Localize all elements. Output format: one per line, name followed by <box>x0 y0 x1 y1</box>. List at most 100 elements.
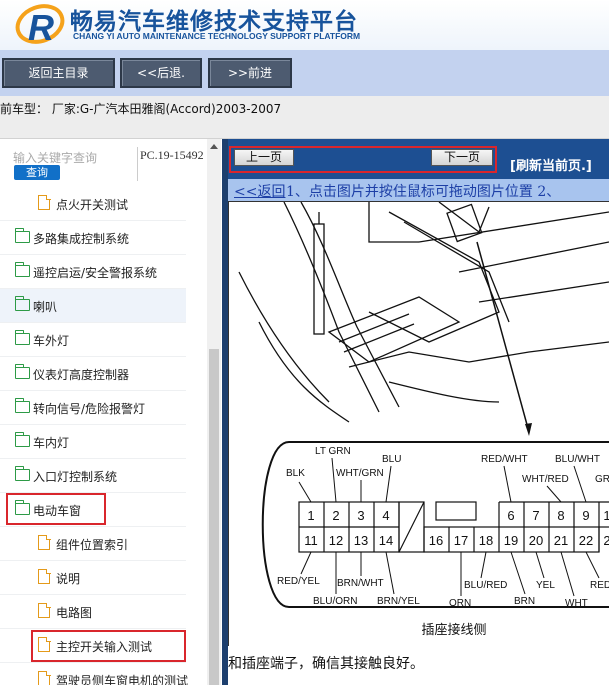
tree-item-label: 入口灯控制系统 <box>33 470 118 484</box>
svg-text:21: 21 <box>554 533 568 548</box>
tree-item-label: 遥控启运/安全警报系统 <box>33 266 158 280</box>
svg-text:3: 3 <box>357 508 364 523</box>
scroll-up-icon[interactable] <box>210 144 218 149</box>
document-icon <box>38 602 51 618</box>
document-icon <box>38 534 51 550</box>
tree-item-entry-light-control[interactable]: 入口灯控制系统 <box>0 459 186 493</box>
svg-text:7: 7 <box>532 508 539 523</box>
svg-text:GR: GR <box>595 474 609 485</box>
tree-item-label: 说明 <box>56 572 81 586</box>
tree-item-horn[interactable]: 喇叭 <box>0 289 186 323</box>
svg-text:9: 9 <box>582 508 589 523</box>
folder-icon <box>14 432 30 447</box>
svg-text:ORN: ORN <box>449 598 471 609</box>
logo-icon: R <box>15 4 65 46</box>
car-model-bar: 当前车型： 厂家:G-广汽本田雅阁(Accord)2003-2007 <box>0 96 609 139</box>
tip-text: 1、点击图片并按住鼠标可拖动图片位置 2、 <box>286 184 561 200</box>
tree-item-label: 转向信号/危险报警灯 <box>33 402 146 416</box>
tip-bar: <<返回 1、点击图片并按住鼠标可拖动图片位置 2、 <box>228 179 609 201</box>
svg-text:17: 17 <box>454 533 468 548</box>
svg-text:8: 8 <box>557 508 564 523</box>
tree-item-label: 多路集成控制系统 <box>33 232 130 246</box>
svg-text:RED: RED <box>590 580 609 591</box>
back-button[interactable]: <<后退. <box>120 58 202 88</box>
svg-text:1: 1 <box>307 508 314 523</box>
document-icon <box>38 670 51 685</box>
tree-item-component-index[interactable]: 组件位置索引 <box>0 527 186 561</box>
content-panel: 上一页 下一页 [刷新当前页.] <<返回 1、点击图片并按住鼠标可拖动图片位置… <box>228 139 609 685</box>
svg-text:11: 11 <box>304 533 318 548</box>
platform-subtitle: CHANG YI AUTO MAINTENANCE TECHNOLOGY SUP… <box>73 31 361 41</box>
divider <box>137 147 138 181</box>
svg-text:1: 1 <box>603 508 609 523</box>
content-toolbar: 上一页 下一页 [刷新当前页.] <box>228 139 609 179</box>
svg-text:插座接线侧: 插座接线侧 <box>421 622 486 638</box>
svg-text:BLU: BLU <box>382 454 401 465</box>
svg-text:BLK: BLK <box>286 468 305 479</box>
car-model-text: 当前车型： 厂家:G-广汽本田雅阁(Accord)2003-2007 <box>0 102 282 116</box>
svg-text:6: 6 <box>507 508 514 523</box>
svg-text:R: R <box>28 7 54 46</box>
scrollbar-thumb[interactable] <box>209 349 219 685</box>
wiring-diagram-image[interactable]: 1 2 3 4 6 7 8 9 1 11 12 13 14 16 17 18 1 <box>228 201 609 646</box>
svg-text:13: 13 <box>354 533 368 548</box>
tree-item-label: 电路图 <box>56 606 93 620</box>
folder-icon <box>14 364 30 379</box>
tree-item-label: 喇叭 <box>33 300 58 314</box>
home-button[interactable]: 返回主目录 <box>2 58 115 88</box>
svg-text:18: 18 <box>479 533 493 548</box>
svg-text:BRN/YEL: BRN/YEL <box>377 596 420 607</box>
folder-icon <box>14 330 30 345</box>
tree-item-label: 点火开关测试 <box>56 198 129 212</box>
svg-text:2: 2 <box>332 508 339 523</box>
folder-icon <box>14 466 30 481</box>
svg-text:16: 16 <box>429 533 443 548</box>
refresh-page-link[interactable]: [刷新当前页.] <box>510 155 592 174</box>
svg-text:BLU/WHT: BLU/WHT <box>555 454 600 465</box>
tree-item-label: 车内灯 <box>33 436 70 450</box>
tree-item-remote-start-alarm[interactable]: 遥控启运/安全警报系统 <box>0 255 186 289</box>
svg-text:12: 12 <box>329 533 343 548</box>
forward-button[interactable]: >>前进 <box>208 58 292 88</box>
tree-item-description[interactable]: 说明 <box>0 561 186 595</box>
svg-text:RED/WHT: RED/WHT <box>481 454 528 465</box>
svg-text:WHT/GRN: WHT/GRN <box>336 468 384 479</box>
folder-icon <box>14 262 30 277</box>
svg-text:YEL: YEL <box>536 580 555 591</box>
tree-item-label: 组件位置索引 <box>56 538 129 552</box>
svg-text:14: 14 <box>379 533 393 548</box>
doc-code: PC.19-15492 <box>140 148 204 162</box>
tree-item-turn-hazard[interactable]: 转向信号/危险报警灯 <box>0 391 186 425</box>
highlight-box <box>229 146 497 173</box>
svg-text:BRN/WHT: BRN/WHT <box>337 578 384 589</box>
tree-item-driver-window-motor-test[interactable]: 驾驶员侧车窗电机的测试 <box>0 663 189 685</box>
tree-item-circuit-diagram[interactable]: 电路图 <box>0 595 186 629</box>
sidebar: 输入关键字查询 查询 PC.19-15492 点火开关测试 多路集成控制系统 遥… <box>0 139 222 685</box>
svg-text:BLU/ORN: BLU/ORN <box>313 596 357 607</box>
svg-text:WHT/RED: WHT/RED <box>522 474 569 485</box>
svg-text:4: 4 <box>382 508 389 523</box>
tree-item-ignition-switch-test[interactable]: 点火开关测试 <box>0 187 186 221</box>
svg-text:RED/YEL: RED/YEL <box>277 576 320 587</box>
svg-text:BRN: BRN <box>514 596 535 607</box>
header: R 畅易汽车维修技术支持平台 CHANG YI AUTO MAINTENANCE… <box>0 0 609 50</box>
tree-item-interior-lights[interactable]: 车内灯 <box>0 425 186 459</box>
svg-text:WHT: WHT <box>565 598 588 609</box>
highlight-box <box>31 630 186 662</box>
sidebar-scrollbar[interactable] <box>207 139 221 685</box>
folder-icon <box>14 228 30 243</box>
search-button[interactable]: 查询 <box>14 165 60 180</box>
nav-bar: 返回主目录 <<后退. >>前进 <box>0 50 609 96</box>
tree-item-exterior-lights[interactable]: 车外灯 <box>0 323 186 357</box>
tree-item-dash-light-control[interactable]: 仪表灯高度控制器 <box>0 357 186 391</box>
svg-text:20: 20 <box>529 533 543 548</box>
tree-item-label: 车外灯 <box>33 334 70 348</box>
svg-text:LT GRN: LT GRN <box>315 446 351 457</box>
document-icon <box>38 194 51 210</box>
highlight-box <box>6 493 106 525</box>
return-link[interactable]: <<返回 <box>234 181 285 201</box>
tree-item-label: 驾驶员侧车窗电机的测试 <box>56 674 189 685</box>
svg-text:BLU/RED: BLU/RED <box>464 580 507 591</box>
tree-item-label: 仪表灯高度控制器 <box>33 368 130 382</box>
tree-item-multiplex-control[interactable]: 多路集成控制系统 <box>0 221 186 255</box>
